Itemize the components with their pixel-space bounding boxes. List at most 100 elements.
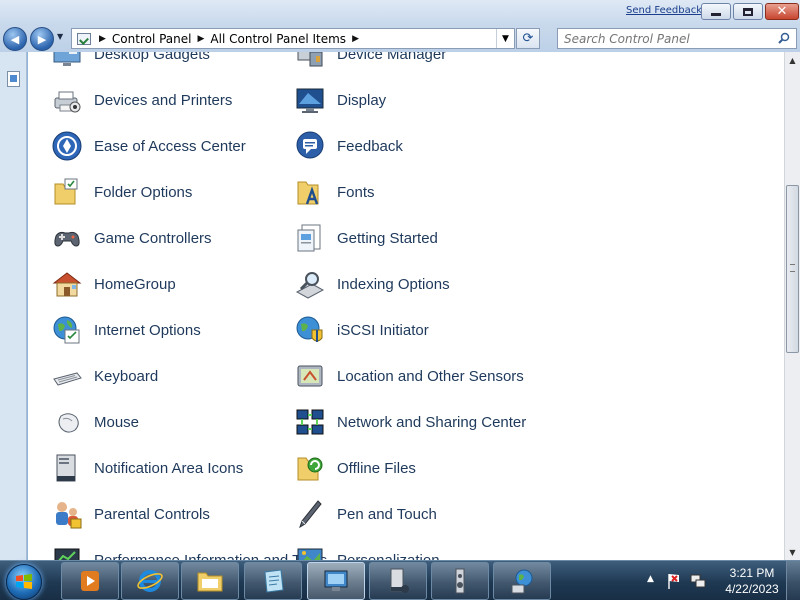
search-input[interactable] [564,31,774,46]
close-button[interactable]: ✕ [765,3,799,20]
item-label: Folder Options [94,183,193,201]
window-titlebar: Send Feedback ✕ [0,0,800,26]
item-location-sensors[interactable]: Location and Other Sensors [293,356,524,396]
scroll-up-button[interactable]: ▲ [785,52,800,68]
taskbar-control-panel[interactable] [307,562,365,600]
item-device-manager[interactable]: Device Manager [293,52,446,74]
address-dropdown-button[interactable]: ▼ [496,29,514,48]
maximize-button[interactable] [733,3,763,20]
item-getting-started[interactable]: Getting Started [293,218,438,258]
item-fonts[interactable]: Fonts [293,172,375,212]
forward-button[interactable]: ▶ [30,27,54,51]
breadcrumb-control-panel[interactable]: Control Panel [112,32,192,46]
task-manager-icon [390,568,409,593]
item-network-sharing[interactable]: Network and Sharing Center [293,402,526,442]
close-icon: ✕ [776,4,788,19]
breadcrumb-separator[interactable]: ▶ [352,34,359,44]
taskbar-task-manager[interactable] [369,562,427,600]
send-feedback-link[interactable]: Send Feedback [626,5,702,16]
item-label: Personalization [337,551,440,561]
game-controller-icon [50,221,84,255]
action-center-flag-icon[interactable] [666,572,682,590]
display-icon [293,83,327,117]
refresh-icon: ⟳ [522,31,534,46]
item-mouse[interactable]: Mouse [50,402,139,442]
item-desktop-gadgets[interactable]: Desktop Gadgets [50,52,210,74]
minimize-button[interactable] [701,3,731,20]
item-devices-printers[interactable]: Devices and Printers [50,80,232,120]
offline-files-icon [293,451,327,485]
item-keyboard[interactable]: Keyboard [50,356,158,396]
taskbar-speaker[interactable] [431,562,489,600]
media-player-icon [81,571,99,591]
system-tray: ▲ 3:21 PM 4/22/2023 [640,561,800,600]
pen-touch-icon [293,497,327,531]
breadcrumb-separator[interactable]: ▶ [99,34,106,44]
item-iscsi-initiator[interactable]: iSCSI Initiator [293,310,429,350]
item-label: Getting Started [337,229,438,247]
item-label: iSCSI Initiator [337,321,429,339]
show-hidden-icons-button[interactable]: ▲ [647,574,654,584]
item-label: Internet Options [94,321,201,339]
search-box[interactable] [557,28,797,49]
item-label: Fonts [337,183,375,201]
item-ease-of-access[interactable]: Ease of Access Center [50,126,246,166]
grip-icon [790,264,795,272]
internet-explorer-icon [137,570,163,592]
mouse-icon [50,405,84,439]
item-personalization[interactable]: Personalization [293,540,440,560]
item-homegroup[interactable]: HomeGroup [50,264,176,304]
speaker-icon [455,568,465,594]
item-performance[interactable]: Performance Information and Tools [50,540,327,560]
back-arrow-icon: ◀ [10,32,20,46]
start-button[interactable] [6,564,42,600]
feedback-icon [293,129,327,163]
recent-pages-dropdown[interactable]: ▼ [57,32,63,41]
show-desktop-button[interactable] [786,561,800,600]
taskbar-network[interactable] [493,562,551,600]
item-game-controllers[interactable]: Game Controllers [50,218,212,258]
address-bar[interactable]: ▶ Control Panel ▶ All Control Panel Item… [71,28,515,49]
item-feedback[interactable]: Feedback [293,126,403,166]
taskbar-windows-explorer[interactable] [181,562,239,600]
notepad-icon [264,569,284,593]
item-offline-files[interactable]: Offline Files [293,448,416,488]
getting-started-icon [293,221,327,255]
item-pen-touch[interactable]: Pen and Touch [293,494,437,534]
windows-explorer-icon [197,572,223,592]
control-panel-icon [77,32,91,45]
clock[interactable]: 3:21 PM 4/22/2023 [720,565,784,597]
iscsi-icon [293,313,327,347]
desktop-gadgets-icon [50,52,84,71]
item-indexing-options[interactable]: Indexing Options [293,264,450,304]
taskbar-internet-explorer[interactable] [121,562,179,600]
taskbar-notepad[interactable] [244,562,302,600]
performance-icon [50,543,84,560]
indexing-options-icon [293,267,327,301]
scroll-down-button[interactable]: ▼ [785,544,800,560]
navigation-pane-strip [0,52,27,560]
scroll-thumb[interactable] [786,185,799,353]
item-label: Location and Other Sensors [337,367,524,385]
item-display[interactable]: Display [293,80,386,120]
item-folder-options[interactable]: Folder Options [50,172,192,212]
item-internet-options[interactable]: Internet Options [50,310,201,350]
pane-toggle-icon[interactable] [7,71,20,87]
taskbar-media-player[interactable] [61,562,119,600]
search-icon[interactable] [778,32,790,44]
taskbar: ▲ 3:21 PM 4/22/2023 [0,560,800,600]
breadcrumb-all-items[interactable]: All Control Panel Items [210,32,346,46]
breadcrumb-separator[interactable]: ▶ [198,34,205,44]
item-parental-controls[interactable]: Parental Controls [50,494,210,534]
network-sharing-icon [293,405,327,439]
parental-controls-icon [50,497,84,531]
network-status-icon[interactable] [690,573,706,589]
item-label: Devices and Printers [94,91,233,109]
item-notification-area-icons[interactable]: Notification Area Icons [50,448,243,488]
item-label: Network and Sharing Center [337,413,527,431]
vertical-scrollbar[interactable]: ▲ ▼ [784,52,800,560]
back-button[interactable]: ◀ [3,27,27,51]
refresh-button[interactable]: ⟳ [516,28,540,49]
notification-area-icon [50,451,84,485]
item-label: Keyboard [94,367,159,385]
